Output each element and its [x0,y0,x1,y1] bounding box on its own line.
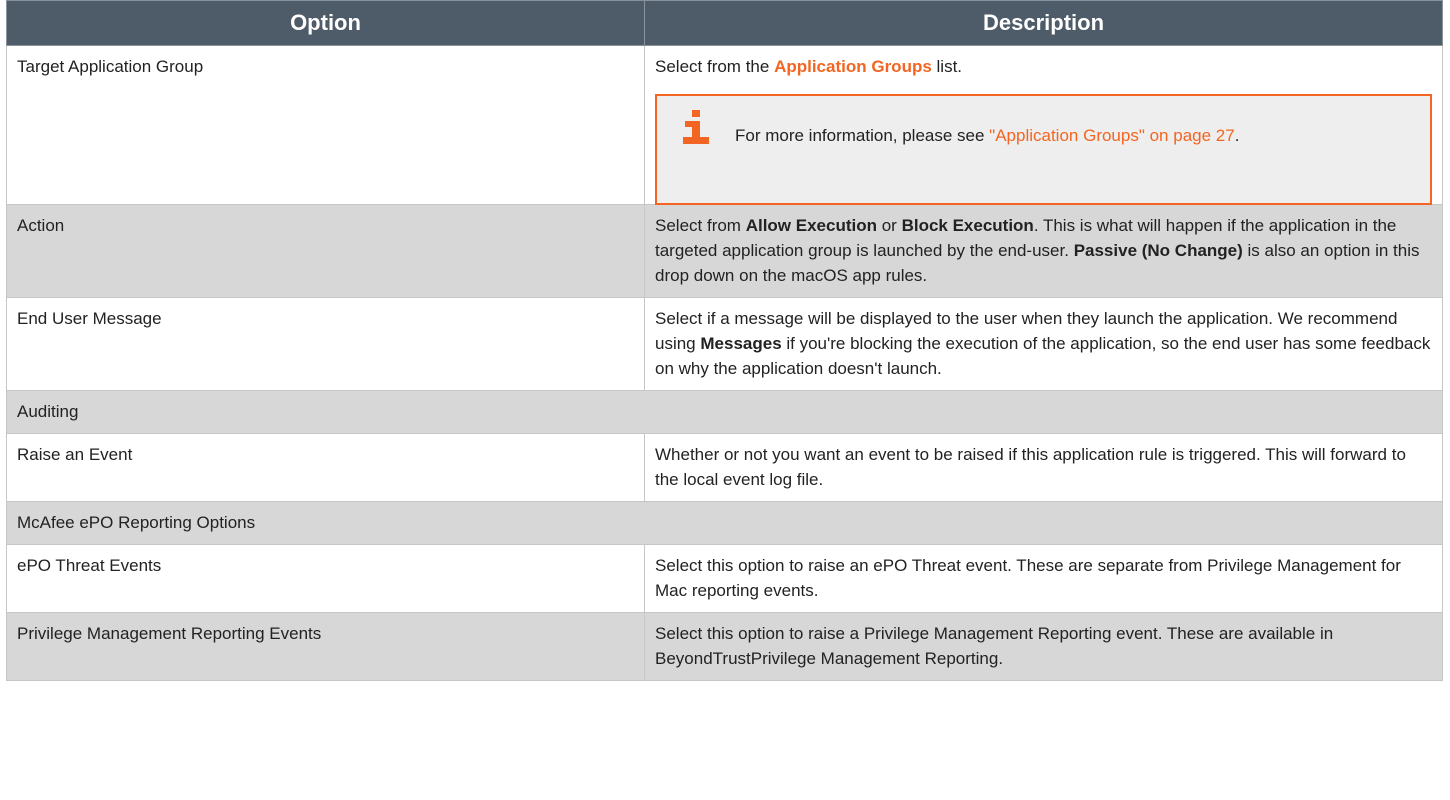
description-cell: Select from the Application Groups list.… [644,45,1443,205]
description-cell: Select if a message will be displayed to… [644,297,1443,391]
application-groups-link[interactable]: "Application Groups" on page 27 [989,126,1235,145]
allow-execution-term: Allow Execution [745,216,877,235]
application-groups-term: Application Groups [774,57,932,76]
row-target-application-group: Target Application Group Select from the… [6,45,1443,205]
row-pm-reporting-events: Privilege Management Reporting Events Se… [6,612,1443,681]
section-label: Auditing [6,390,1443,434]
page: Option Description Target Application Gr… [0,0,1450,800]
description-text: Select from the Application Groups list. [655,57,963,76]
note-text-post: . [1234,126,1240,145]
option-cell: Raise an Event [6,433,645,502]
messages-term: Messages [700,334,782,353]
option-cell: End User Message [6,297,645,391]
option-cell: ePO Threat Events [6,544,645,613]
option-cell: Privilege Management Reporting Events [6,612,645,681]
description-cell: Select this option to raise a Privilege … [644,612,1443,681]
section-row-mcafee: McAfee ePO Reporting Options [6,501,1443,545]
row-action: Action Select from Allow Execution or Bl… [6,204,1443,298]
note-text-pre: For more information, please see [735,126,990,145]
description-cell: Select this option to raise an ePO Threa… [644,544,1443,613]
block-execution-term: Block Execution [901,216,1034,235]
description-cell: Select from Allow Execution or Block Exe… [644,204,1443,298]
option-cell: Action [6,204,645,298]
section-label: McAfee ePO Reporting Options [6,501,1443,545]
description-cell: Whether or not you want an event to be r… [644,433,1443,502]
options-table-container: Option Description Target Application Gr… [6,0,1443,681]
row-end-user-message: End User Message Select if a message wil… [6,297,1443,391]
header-option: Option [6,0,645,46]
row-epo-threat-events: ePO Threat Events Select this option to … [6,544,1443,613]
passive-term: Passive (No Change) [1073,241,1243,260]
table-header-row: Option Description [6,0,1443,46]
options-table: Option Description Target Application Gr… [6,0,1443,681]
section-row-auditing: Auditing [6,390,1443,434]
row-raise-an-event: Raise an Event Whether or not you want a… [6,433,1443,502]
option-cell: Target Application Group [6,45,645,205]
info-icon [683,110,709,144]
info-note: For more information, please see "Applic… [655,94,1432,205]
header-description: Description [644,0,1443,46]
